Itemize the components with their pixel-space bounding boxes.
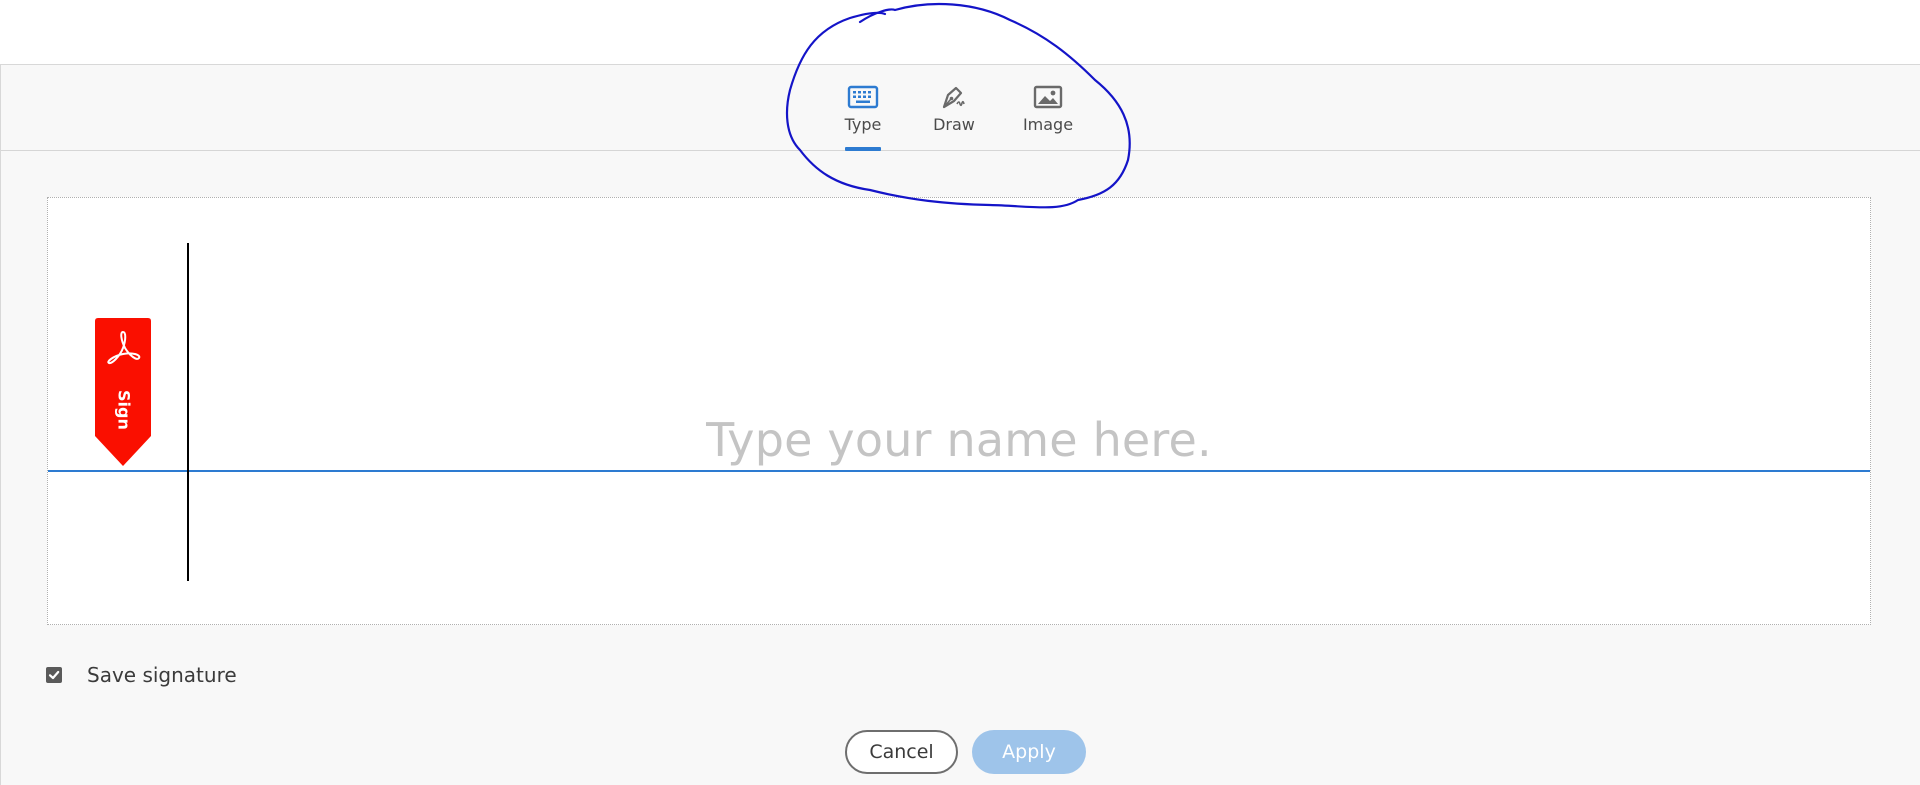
apply-button[interactable]: Apply (972, 730, 1086, 774)
signature-mode-tabs: Type Draw Image (1, 65, 1920, 151)
active-tab-indicator (845, 147, 881, 151)
keyboard-icon (847, 85, 879, 109)
signature-placeholder: Type your name here. (706, 413, 1212, 467)
tab-type-label: Type (844, 115, 882, 134)
tab-draw[interactable]: Draw (914, 79, 994, 151)
save-signature-row[interactable]: Save signature (46, 663, 237, 687)
tab-draw-label: Draw (933, 115, 975, 134)
signature-input-area[interactable]: Sign Type your name here. (47, 197, 1871, 625)
save-signature-label: Save signature (87, 663, 237, 687)
checkmark-icon (48, 670, 60, 680)
signature-dialog: Type Draw Image Sign Type your name here… (0, 64, 1920, 785)
save-signature-checkbox[interactable] (46, 667, 62, 683)
tab-image[interactable]: Image (1008, 79, 1088, 151)
pen-icon (942, 86, 965, 109)
screen: Type Draw Image Sign Type your name here… (0, 0, 1920, 785)
text-caret (187, 243, 189, 581)
tab-type[interactable]: Type (823, 79, 903, 151)
cancel-button[interactable]: Cancel (845, 730, 958, 774)
image-icon (1033, 85, 1063, 109)
tab-image-label: Image (1022, 115, 1074, 134)
signature-baseline (48, 470, 1870, 472)
